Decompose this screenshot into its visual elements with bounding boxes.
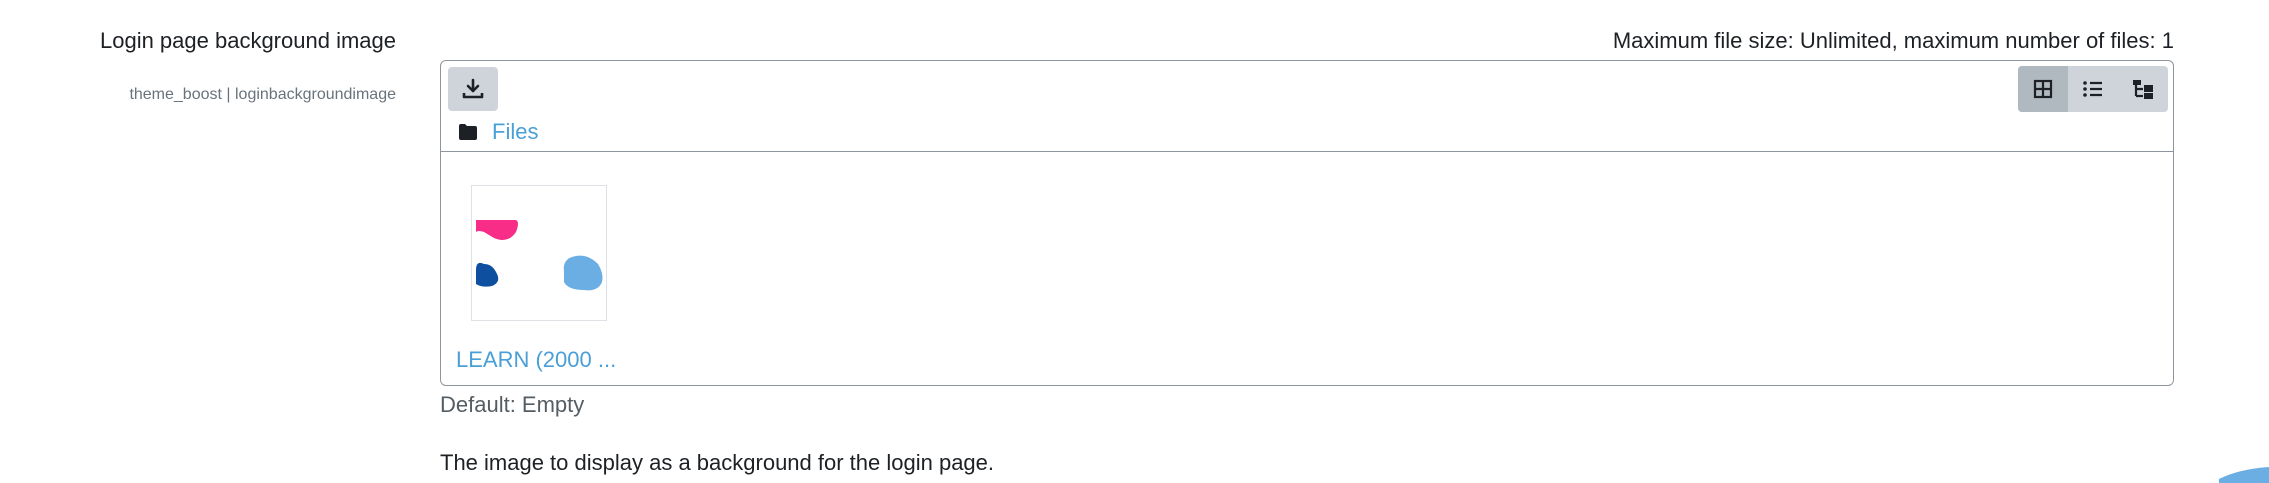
default-value: Default: Empty xyxy=(440,392,585,417)
file-manager-toolbar: Files xyxy=(441,61,2173,152)
list-view-button[interactable] xyxy=(2068,66,2118,112)
grid-view-button[interactable] xyxy=(2018,66,2068,112)
tree-view-button[interactable] xyxy=(2118,66,2168,112)
file-thumbnail[interactable] xyxy=(471,185,607,321)
file-manager: Files LEARN (2000 ... xyxy=(440,60,2174,386)
view-toggle-group xyxy=(2018,66,2168,112)
download-icon xyxy=(462,78,484,99)
setting-description: The image to display as a background for… xyxy=(440,450,995,475)
file-name-link[interactable]: LEARN (2000 ... xyxy=(456,347,616,373)
list-icon xyxy=(2083,81,2102,97)
corner-decoration xyxy=(2219,467,2269,483)
tree-icon xyxy=(2133,80,2153,99)
setting-label: Login page background image xyxy=(99,28,396,53)
setting-sublabel: theme_boost | loginbackgroundimage xyxy=(129,86,396,103)
download-button[interactable] xyxy=(448,67,498,111)
grid-icon xyxy=(2033,79,2053,99)
image-thumbnail xyxy=(476,220,603,291)
folder-icon xyxy=(459,124,477,140)
max-file-info: Maximum file size: Unlimited, maximum nu… xyxy=(1612,28,2174,53)
path-files-link[interactable]: Files xyxy=(492,119,538,145)
breadcrumb: Files xyxy=(458,119,538,145)
